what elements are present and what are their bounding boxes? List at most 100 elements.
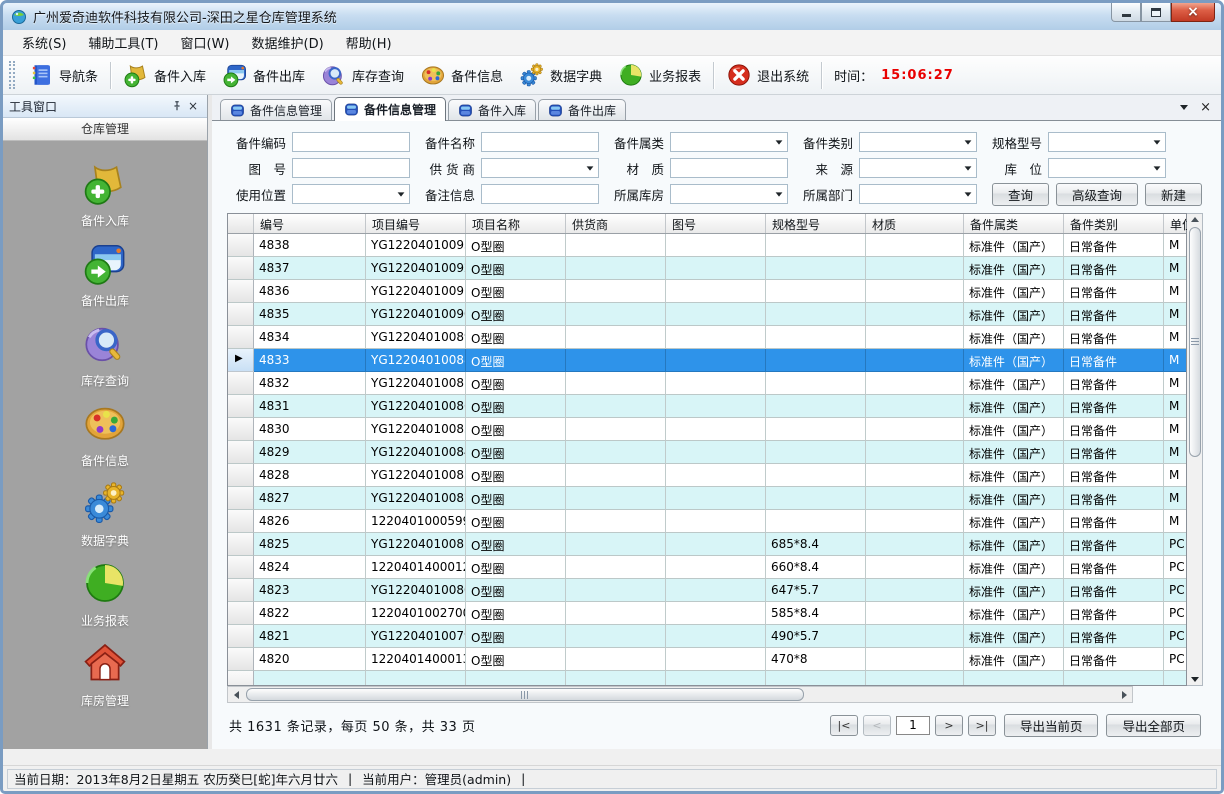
toolbar-button-navbar[interactable]: 导航条 <box>20 59 106 91</box>
tab-1[interactable]: 备件信息管理 <box>220 99 332 120</box>
table-row[interactable]: 4830YG12204010085O型圈标准件（国产）日常备件M <box>228 418 1186 441</box>
toolbar-button-inbound[interactable]: 备件入库 <box>115 59 214 91</box>
scroll-down-icon[interactable] <box>1191 677 1199 682</box>
export-current-button[interactable]: 导出当前页 <box>1004 714 1099 737</box>
column-header-drawing[interactable]: 图号 <box>666 214 766 233</box>
tab-list-dropdown-icon[interactable] <box>1180 105 1188 110</box>
tab-2[interactable]: 备件信息管理 <box>334 97 446 121</box>
field-input-material[interactable] <box>670 158 788 178</box>
field-select-warehouse[interactable] <box>670 184 788 204</box>
row-selector <box>228 280 254 303</box>
table-row[interactable]: 4837YG12204010092O型圈标准件（国产）日常备件M <box>228 257 1186 280</box>
column-header-type[interactable]: 备件类别 <box>1064 214 1164 233</box>
toolbar-grip[interactable] <box>9 61 15 89</box>
sidebar-item-dict[interactable]: 数据字典 <box>3 480 207 549</box>
menu-item-4[interactable]: 数据维护(D) <box>241 29 335 56</box>
field-input-code[interactable] <box>292 132 410 152</box>
field-select-supplier[interactable] <box>481 158 599 178</box>
field-label-source: 来 源 <box>797 159 853 178</box>
table-row[interactable]: 4829YG12204010084O型圈标准件（国产）日常备件M <box>228 441 1186 464</box>
column-header-unit[interactable]: 单位 <box>1164 214 1188 233</box>
tab-4[interactable]: 备件出库 <box>538 99 626 120</box>
field-select-attr[interactable] <box>670 132 788 152</box>
export-all-button[interactable]: 导出全部页 <box>1106 714 1201 737</box>
column-header-spec[interactable]: 规格型号 <box>766 214 866 233</box>
table-row[interactable]: 4823YG12204010080O型圈647*5.7标准件（国产）日常备件PC <box>228 579 1186 602</box>
vertical-scroll-thumb[interactable] <box>1189 227 1201 457</box>
field-select-source[interactable] <box>859 158 977 178</box>
column-header-material[interactable]: 材质 <box>866 214 964 233</box>
menu-item-2[interactable]: 辅助工具(T) <box>77 29 169 56</box>
sidebar-item-info[interactable]: 备件信息 <box>3 400 207 469</box>
sidebar-item-query[interactable]: 库存查询 <box>3 320 207 389</box>
sidebar-item-report[interactable]: 业务报表 <box>3 560 207 629</box>
toolbar-button-dict[interactable]: 数据字典 <box>511 59 610 91</box>
table-row[interactable]: 4831YG12204010086O型圈标准件（国产）日常备件M <box>228 395 1186 418</box>
vertical-scrollbar[interactable] <box>1187 213 1203 686</box>
horizontal-scroll-track[interactable] <box>244 687 1116 702</box>
advanced-query-button[interactable]: 高级查询 <box>1056 183 1138 206</box>
menu-item-3[interactable]: 窗口(W) <box>170 29 241 56</box>
sidebar-group-title[interactable]: 仓库管理 <box>3 118 207 141</box>
sidebar-item-house[interactable]: 库房管理 <box>3 640 207 709</box>
toolbar-button-exit[interactable]: 退出系统 <box>718 59 817 91</box>
minimize-button[interactable] <box>1111 3 1141 22</box>
horizontal-scroll-thumb[interactable] <box>246 688 804 701</box>
field-select-location[interactable] <box>1048 158 1166 178</box>
table-row[interactable]: 4835YG12204010090O型圈标准件（国产）日常备件M <box>228 303 1186 326</box>
table-row[interactable]: 4836YG12204010091O型圈标准件（国产）日常备件M <box>228 280 1186 303</box>
field-select-spec[interactable] <box>1048 132 1166 152</box>
table-row[interactable]: 48261220401000599O型圈标准件（国产）日常备件M <box>228 510 1186 533</box>
page-number-input[interactable] <box>896 716 930 735</box>
horizontal-scrollbar[interactable] <box>227 686 1133 703</box>
table-row[interactable]: ▶4833YG12204010088O型圈标准件（国产）日常备件M <box>228 349 1186 372</box>
close-panel-icon[interactable]: × <box>185 98 201 114</box>
cell-type <box>1064 671 1164 685</box>
toolbar-button-info[interactable]: 备件信息 <box>412 59 511 91</box>
sidebar-item-label: 数据字典 <box>3 532 207 549</box>
column-header-project_no[interactable]: 项目编号 <box>366 214 466 233</box>
sidebar-item-inbound[interactable]: 备件入库 <box>3 160 207 229</box>
table-row[interactable]: 4838YG12204010093O型圈标准件（国产）日常备件M <box>228 234 1186 257</box>
scroll-right-icon[interactable] <box>1116 687 1132 702</box>
scroll-up-icon[interactable] <box>1191 217 1199 222</box>
toolbar-button-report[interactable]: 业务报表 <box>610 59 709 91</box>
column-header-name[interactable]: 项目名称 <box>466 214 566 233</box>
table-row[interactable]: 4827YG12204010082O型圈标准件（国产）日常备件M <box>228 487 1186 510</box>
toolbar-button-query[interactable]: 库存查询 <box>313 59 412 91</box>
table-row[interactable]: 48241220401400012O型圈660*8.4标准件（国产）日常备件PC <box>228 556 1186 579</box>
field-input-name[interactable] <box>481 132 599 152</box>
sidebar-item-outbound[interactable]: 备件出库 <box>3 240 207 309</box>
scroll-left-icon[interactable] <box>228 687 244 702</box>
row-selector <box>228 326 254 349</box>
field-input-remark[interactable] <box>481 184 599 204</box>
column-header-id[interactable]: 编号 <box>254 214 366 233</box>
table-row[interactable]: 4821YG12204010079O型圈490*5.7标准件（国产）日常备件PC <box>228 625 1186 648</box>
tab-3[interactable]: 备件入库 <box>448 99 536 120</box>
column-header-supplier[interactable]: 供货商 <box>566 214 666 233</box>
field-select-department[interactable] <box>859 184 977 204</box>
table-row[interactable]: 4825YG12204010081O型圈685*8.4标准件（国产）日常备件PC <box>228 533 1186 556</box>
menu-item-1[interactable]: 系统(S) <box>11 29 77 56</box>
next-page-button[interactable]: > <box>935 715 963 736</box>
last-page-button[interactable]: >| <box>968 715 996 736</box>
table-row[interactable]: 4832YG12204010087O型圈标准件（国产）日常备件M <box>228 372 1186 395</box>
table-row[interactable]: 48201220401400013O型圈470*8标准件（国产）日常备件PC <box>228 648 1186 671</box>
menu-item-5[interactable]: 帮助(H) <box>335 29 403 56</box>
table-row[interactable]: 48221220401002700O型圈585*8.4标准件（国产）日常备件PC <box>228 602 1186 625</box>
prev-page-button[interactable]: < <box>863 715 891 736</box>
field-select-position[interactable] <box>292 184 410 204</box>
first-page-button[interactable]: |< <box>830 715 858 736</box>
query-button[interactable]: 查询 <box>992 183 1049 206</box>
table-row[interactable]: 4828YG12204010083O型圈标准件（国产）日常备件M <box>228 464 1186 487</box>
new-button[interactable]: 新建 <box>1145 183 1202 206</box>
pin-icon[interactable] <box>169 98 185 114</box>
maximize-button[interactable] <box>1141 3 1171 22</box>
field-input-drawing[interactable] <box>292 158 410 178</box>
close-button[interactable]: × <box>1171 3 1215 22</box>
field-select-category[interactable] <box>859 132 977 152</box>
table-row[interactable]: 4834YG12204010089O型圈标准件（国产）日常备件M <box>228 326 1186 349</box>
tab-close-icon[interactable]: × <box>1200 101 1211 114</box>
toolbar-button-outbound[interactable]: 备件出库 <box>214 59 313 91</box>
column-header-category[interactable]: 备件属类 <box>964 214 1064 233</box>
